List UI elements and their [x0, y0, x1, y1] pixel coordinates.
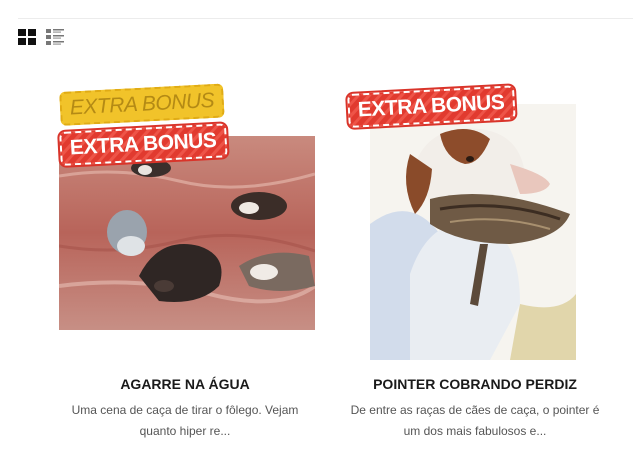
- product-card[interactable]: EXTRA BONUS POINTER COBRANDO PERDIZ De e…: [330, 82, 620, 459]
- top-divider: [18, 18, 633, 19]
- product-title[interactable]: POINTER COBRANDO PERDIZ: [330, 376, 620, 392]
- pointer-dog-painting: [370, 104, 576, 360]
- list-icon[interactable]: [46, 29, 64, 45]
- extra-bonus-badge: EXTRA BONUS: [59, 83, 225, 126]
- view-toggle: [18, 29, 64, 45]
- product-title[interactable]: AGARRE NA ÁGUA: [40, 376, 330, 392]
- product-excerpt: Uma cena de caça de tirar o fôlego. Veja…: [71, 403, 299, 438]
- dogs-in-water-painting: [59, 136, 315, 330]
- product-image[interactable]: [59, 136, 315, 330]
- product-image[interactable]: [370, 104, 576, 360]
- product-excerpt: De entre as raças de cães de caça, o poi…: [350, 403, 600, 438]
- product-card[interactable]: EXTRA BONUS EXTRA BONUS AGARRE NA ÁGUA U…: [40, 83, 330, 459]
- grid-icon[interactable]: [18, 29, 36, 45]
